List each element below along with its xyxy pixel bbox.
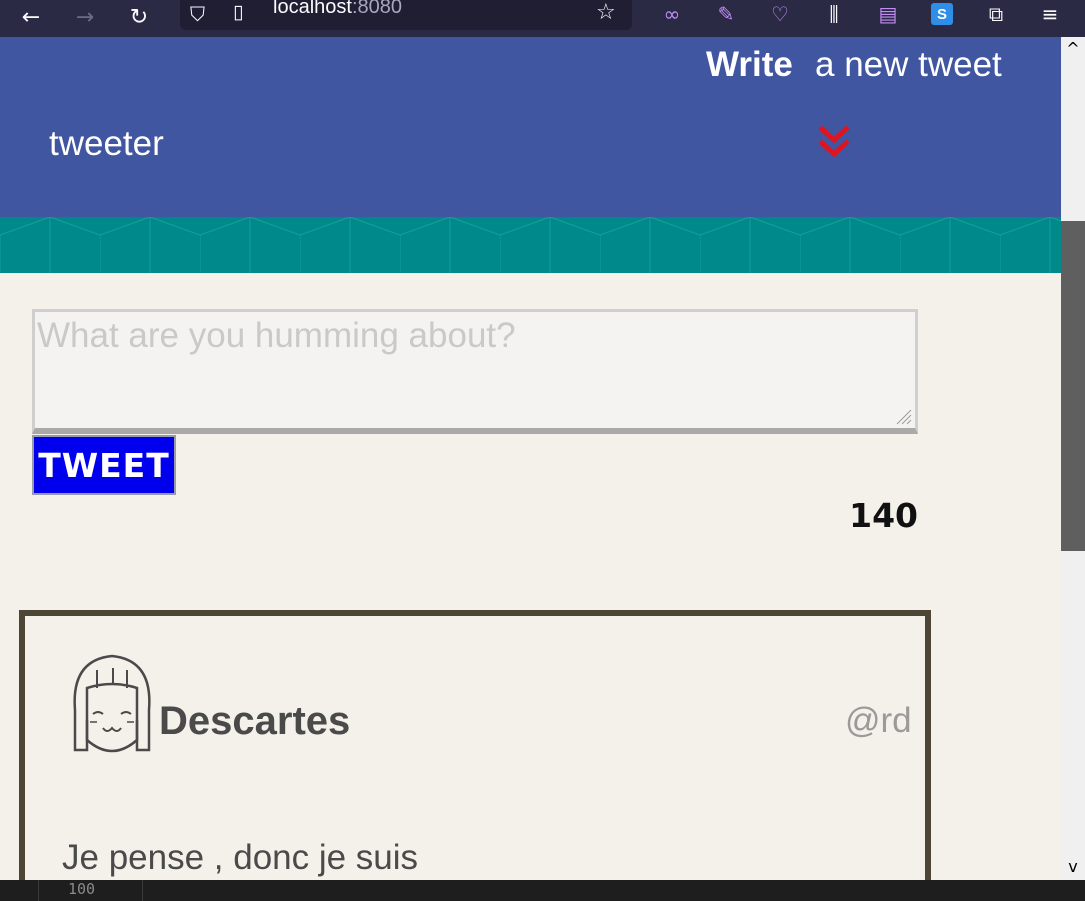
vertical-scrollbar[interactable]: ^ v (1061, 37, 1085, 880)
bookmark-star-icon[interactable]: ☆ (596, 0, 616, 25)
devtools-strip: 100 (0, 880, 1085, 901)
menu-icon[interactable]: ≡ (1036, 0, 1064, 28)
page-header: Write a new tweet tweeter (0, 37, 1061, 217)
strip-divider (142, 880, 143, 901)
scroll-thumb[interactable] (1061, 221, 1085, 551)
forward-button[interactable]: → (72, 4, 98, 30)
browser-toolbar: ← → ↻ ⛉ ▯ localhost:8080 ☆ ∞ ✎ ♡ ⫼ ▤ S ⧉… (0, 0, 1085, 37)
brand-logo[interactable]: tweeter (49, 124, 164, 164)
url-host: localhost (273, 0, 352, 18)
decorative-pattern-strip (0, 217, 1061, 273)
private-mask-icon[interactable]: ∞ (658, 0, 686, 28)
tweet-author-name: Descartes (159, 699, 351, 743)
pocket-icon[interactable]: ♡ (766, 0, 794, 28)
back-button[interactable]: ← (18, 4, 44, 30)
avatar (73, 654, 151, 753)
double-chevron-down-icon[interactable] (818, 125, 850, 161)
tweet-card: Descartes @rd Je pense , donc je suis (19, 610, 931, 900)
svg-text:S: S (937, 6, 947, 23)
scroll-up-arrow-icon[interactable]: ^ (1065, 39, 1081, 58)
tweet-textarea[interactable] (35, 312, 915, 428)
tweet-text: Je pense , donc je suis (62, 838, 419, 877)
url-text[interactable]: localhost:8080 (273, 0, 402, 19)
url-port: :8080 (351, 0, 402, 18)
extension-icon[interactable]: ▤ (874, 0, 902, 28)
hex-pattern (0, 217, 1061, 273)
tweet-author-handle: @rd (845, 701, 912, 740)
strip-divider (38, 880, 39, 901)
shield-icon[interactable]: ⛉ (190, 2, 210, 26)
scroll-down-arrow-icon[interactable]: v (1065, 857, 1081, 876)
character-counter: 140 (849, 496, 918, 535)
library-icon[interactable]: ⫼ (820, 0, 848, 28)
reload-button[interactable]: ↻ (126, 4, 152, 30)
s-extension-icon[interactable]: S (928, 0, 956, 28)
extensions-puzzle-icon[interactable]: ⧉ (982, 0, 1010, 28)
resize-grip-icon[interactable] (893, 406, 913, 426)
tweet-submit-button[interactable]: TWEET (32, 435, 176, 495)
new-tweet-label[interactable]: a new tweet (815, 45, 1002, 85)
tools-icon[interactable]: ✎ (712, 0, 740, 28)
tweet-compose-field[interactable] (32, 309, 918, 434)
zoom-level: 100 (68, 880, 96, 898)
page-info-icon[interactable]: ▯ (233, 1, 253, 25)
write-label[interactable]: Write (706, 45, 793, 85)
